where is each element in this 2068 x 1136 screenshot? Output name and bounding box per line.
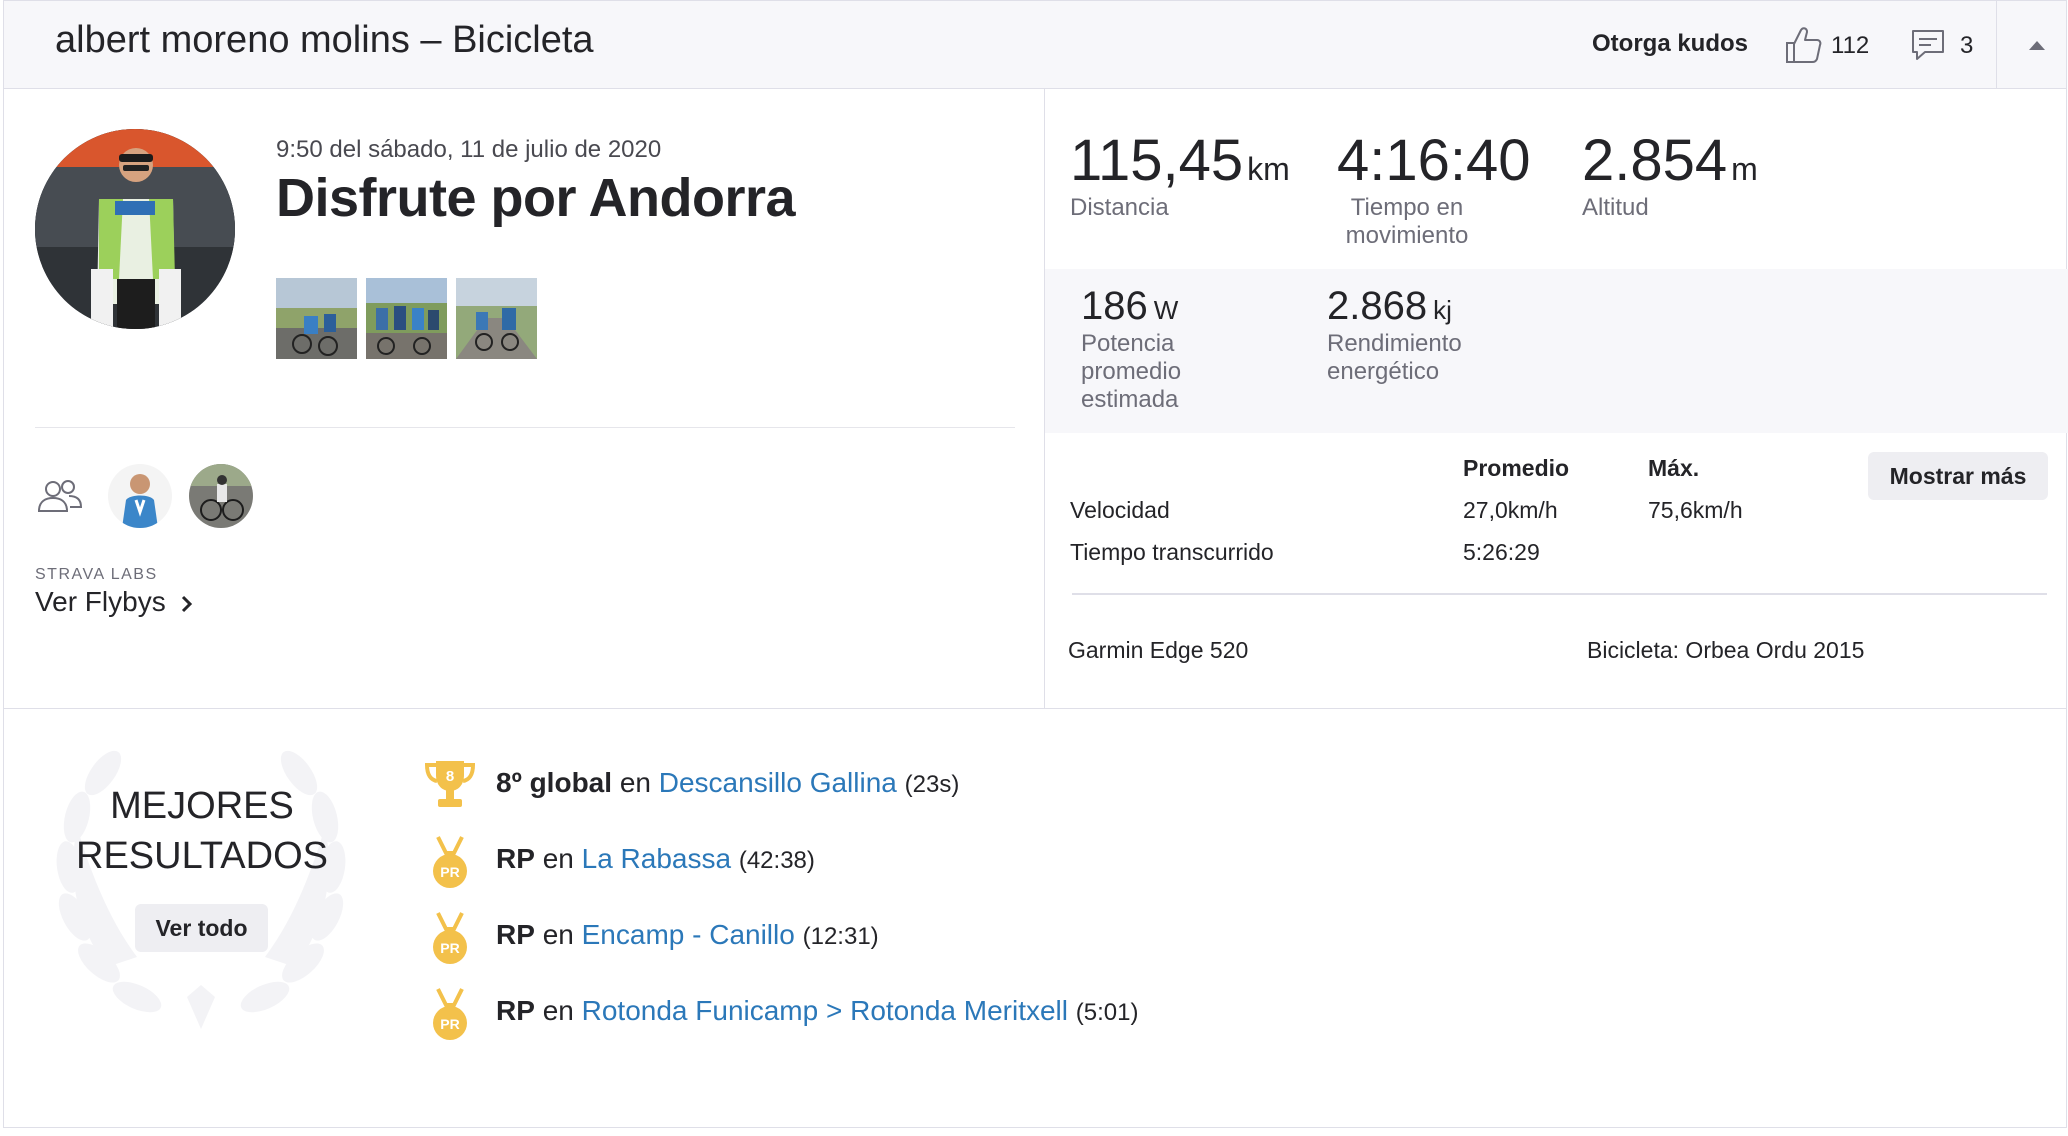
pr-medal-icon: PR [433,836,467,888]
pr-badge-text: PR [440,1016,459,1032]
header-title: albert moreno molins – Bicicleta [55,19,594,61]
athlete-photo [189,464,253,528]
elevation-number: 2.854 [1582,128,1728,193]
activity-photo-thumbnail[interactable] [456,278,537,359]
speed-max: 75,6km/h [1648,497,1743,523]
group-activity-icon[interactable] [37,477,83,515]
power-value: 186 W [1081,284,1178,329]
group-athlete-avatar[interactable] [108,464,172,528]
pr-medal-icon: PR [433,912,467,964]
activity-photo-thumbnail[interactable] [366,278,447,359]
distance-label: Distancia [1070,194,1169,221]
segment-link[interactable]: Rotonda Funicamp > Rotonda Meritxell [582,995,1068,1026]
achievement-time: (12:31) [802,923,879,950]
achievement-time: (23s) [904,771,960,798]
elapsed-time-row-label: Tiempo transcurrido [1070,539,1274,565]
achievement-preposition: en [542,843,574,874]
show-more-button[interactable]: Mostrar más [1868,452,2048,500]
kudos-count[interactable]: 112 [1831,32,1869,60]
trophy-icon: 8 [424,761,476,807]
energy-value: 2.868 kj [1327,284,1452,329]
section-divider [4,708,2066,709]
achievement-item: PR RP en Rotonda Funicamp > Rotonda Meri… [424,987,1324,1040]
elevation-value: 2.854 m [1582,127,1758,194]
pr-badge-text: PR [440,864,459,880]
best-results-title-line2: RESULTADOS [76,835,328,877]
section-separator [35,427,1015,428]
elevation-label: Altitud [1582,194,1649,221]
stats-separator [1072,593,2047,595]
pr-medal-icon: PR [433,988,467,1040]
view-flybys-link[interactable]: Ver Flybys [35,586,166,618]
cyclists-group-photo [366,278,447,359]
segment-link[interactable]: La Rabassa [582,843,731,874]
best-results-title: MEJORES RESULTADOS [74,781,330,881]
segment-link[interactable]: Descansillo Gallina [659,767,897,798]
athlete-avatar[interactable] [35,129,235,329]
achievement-item: PR RP en Encamp - Canillo (12:31) [424,911,1224,964]
group-athlete-avatar[interactable] [189,464,253,528]
header-divider [1996,1,1997,89]
achievement-rank: 8º global [496,767,613,798]
speed-row-label: Velocidad [1070,497,1170,523]
achievement-text: RP en La Rabassa (42:38) [496,843,815,875]
achievement-item: 8 8º global en Descansillo Gallina (23s) [424,759,1224,809]
cyclists-road-photo [456,278,537,359]
achievement-rank: RP [496,843,535,874]
moving-time-label: Tiempo en movimiento [1345,194,1469,249]
achievement-text: RP en Rotonda Funicamp > Rotonda Meritxe… [496,995,1138,1027]
achievement-item: PR RP en La Rabassa (42:38) [424,835,1224,888]
give-kudos-button[interactable]: Otorga kudos [1592,30,1748,58]
achievement-text: 8º global en Descansillo Gallina (23s) [496,767,959,799]
speed-average: 27,0km/h [1463,497,1558,523]
power-label: Potencia promedio estimada [1081,330,1182,413]
achievement-text: RP en Encamp - Canillo (12:31) [496,919,879,951]
chevron-right-icon[interactable] [180,594,194,614]
activity-date: 9:50 del sábado, 11 de julio de 2020 [276,136,662,163]
athlete-photo [108,464,172,528]
distance-value: 115,45 km [1070,127,1290,194]
achievement-time: (42:38) [738,847,815,874]
elapsed-time-value: 5:26:29 [1463,539,1540,565]
average-column-header: Promedio [1463,455,1570,481]
segment-link[interactable]: Encamp - Canillo [582,919,795,950]
activity-header: albert moreno molins – Bicicleta Otorga … [4,1,2066,89]
thumbs-up-icon[interactable] [1784,25,1822,65]
moving-time-value: 4:16:40 [1337,128,1531,193]
bike-name: Bicicleta: Orbea Ordu 2015 [1587,637,1865,663]
achievement-rank: RP [496,995,535,1026]
view-all-button[interactable]: Ver todo [135,904,268,952]
elevation-unit: m [1731,151,1758,187]
achievement-preposition: en [542,919,574,950]
activity-card: albert moreno molins – Bicicleta Otorga … [3,0,2068,1128]
distance-number: 115,45 [1070,128,1244,193]
max-column-header: Máx. [1648,455,1700,481]
power-unit: W [1153,295,1179,325]
trophy-rank-badge: 8 [446,768,454,785]
comment-icon[interactable] [1911,28,1945,62]
device-name: Garmin Edge 520 [1068,637,1249,663]
achievement-preposition: en [542,995,574,1026]
achievement-time: (5:01) [1075,999,1139,1026]
energy-label: Rendimiento energético [1327,330,1462,385]
energy-number: 2.868 [1327,284,1428,328]
power-number: 186 [1081,284,1148,328]
athlete-photo [35,129,235,329]
activity-photo-thumbnail[interactable] [276,278,357,359]
pr-badge-text: PR [440,940,459,956]
best-results-title-line1: MEJORES [110,785,294,827]
energy-unit: kj [1433,295,1452,325]
collapse-arrow-icon[interactable] [2028,39,2046,51]
cyclists-photo [276,278,357,359]
strava-labs-label: STRAVA LABS [35,566,158,583]
distance-unit: km [1247,151,1290,187]
comments-count[interactable]: 3 [1960,32,1973,60]
activity-title: Disfrute por Andorra [276,168,796,228]
achievement-preposition: en [619,767,651,798]
achievement-rank: RP [496,919,535,950]
